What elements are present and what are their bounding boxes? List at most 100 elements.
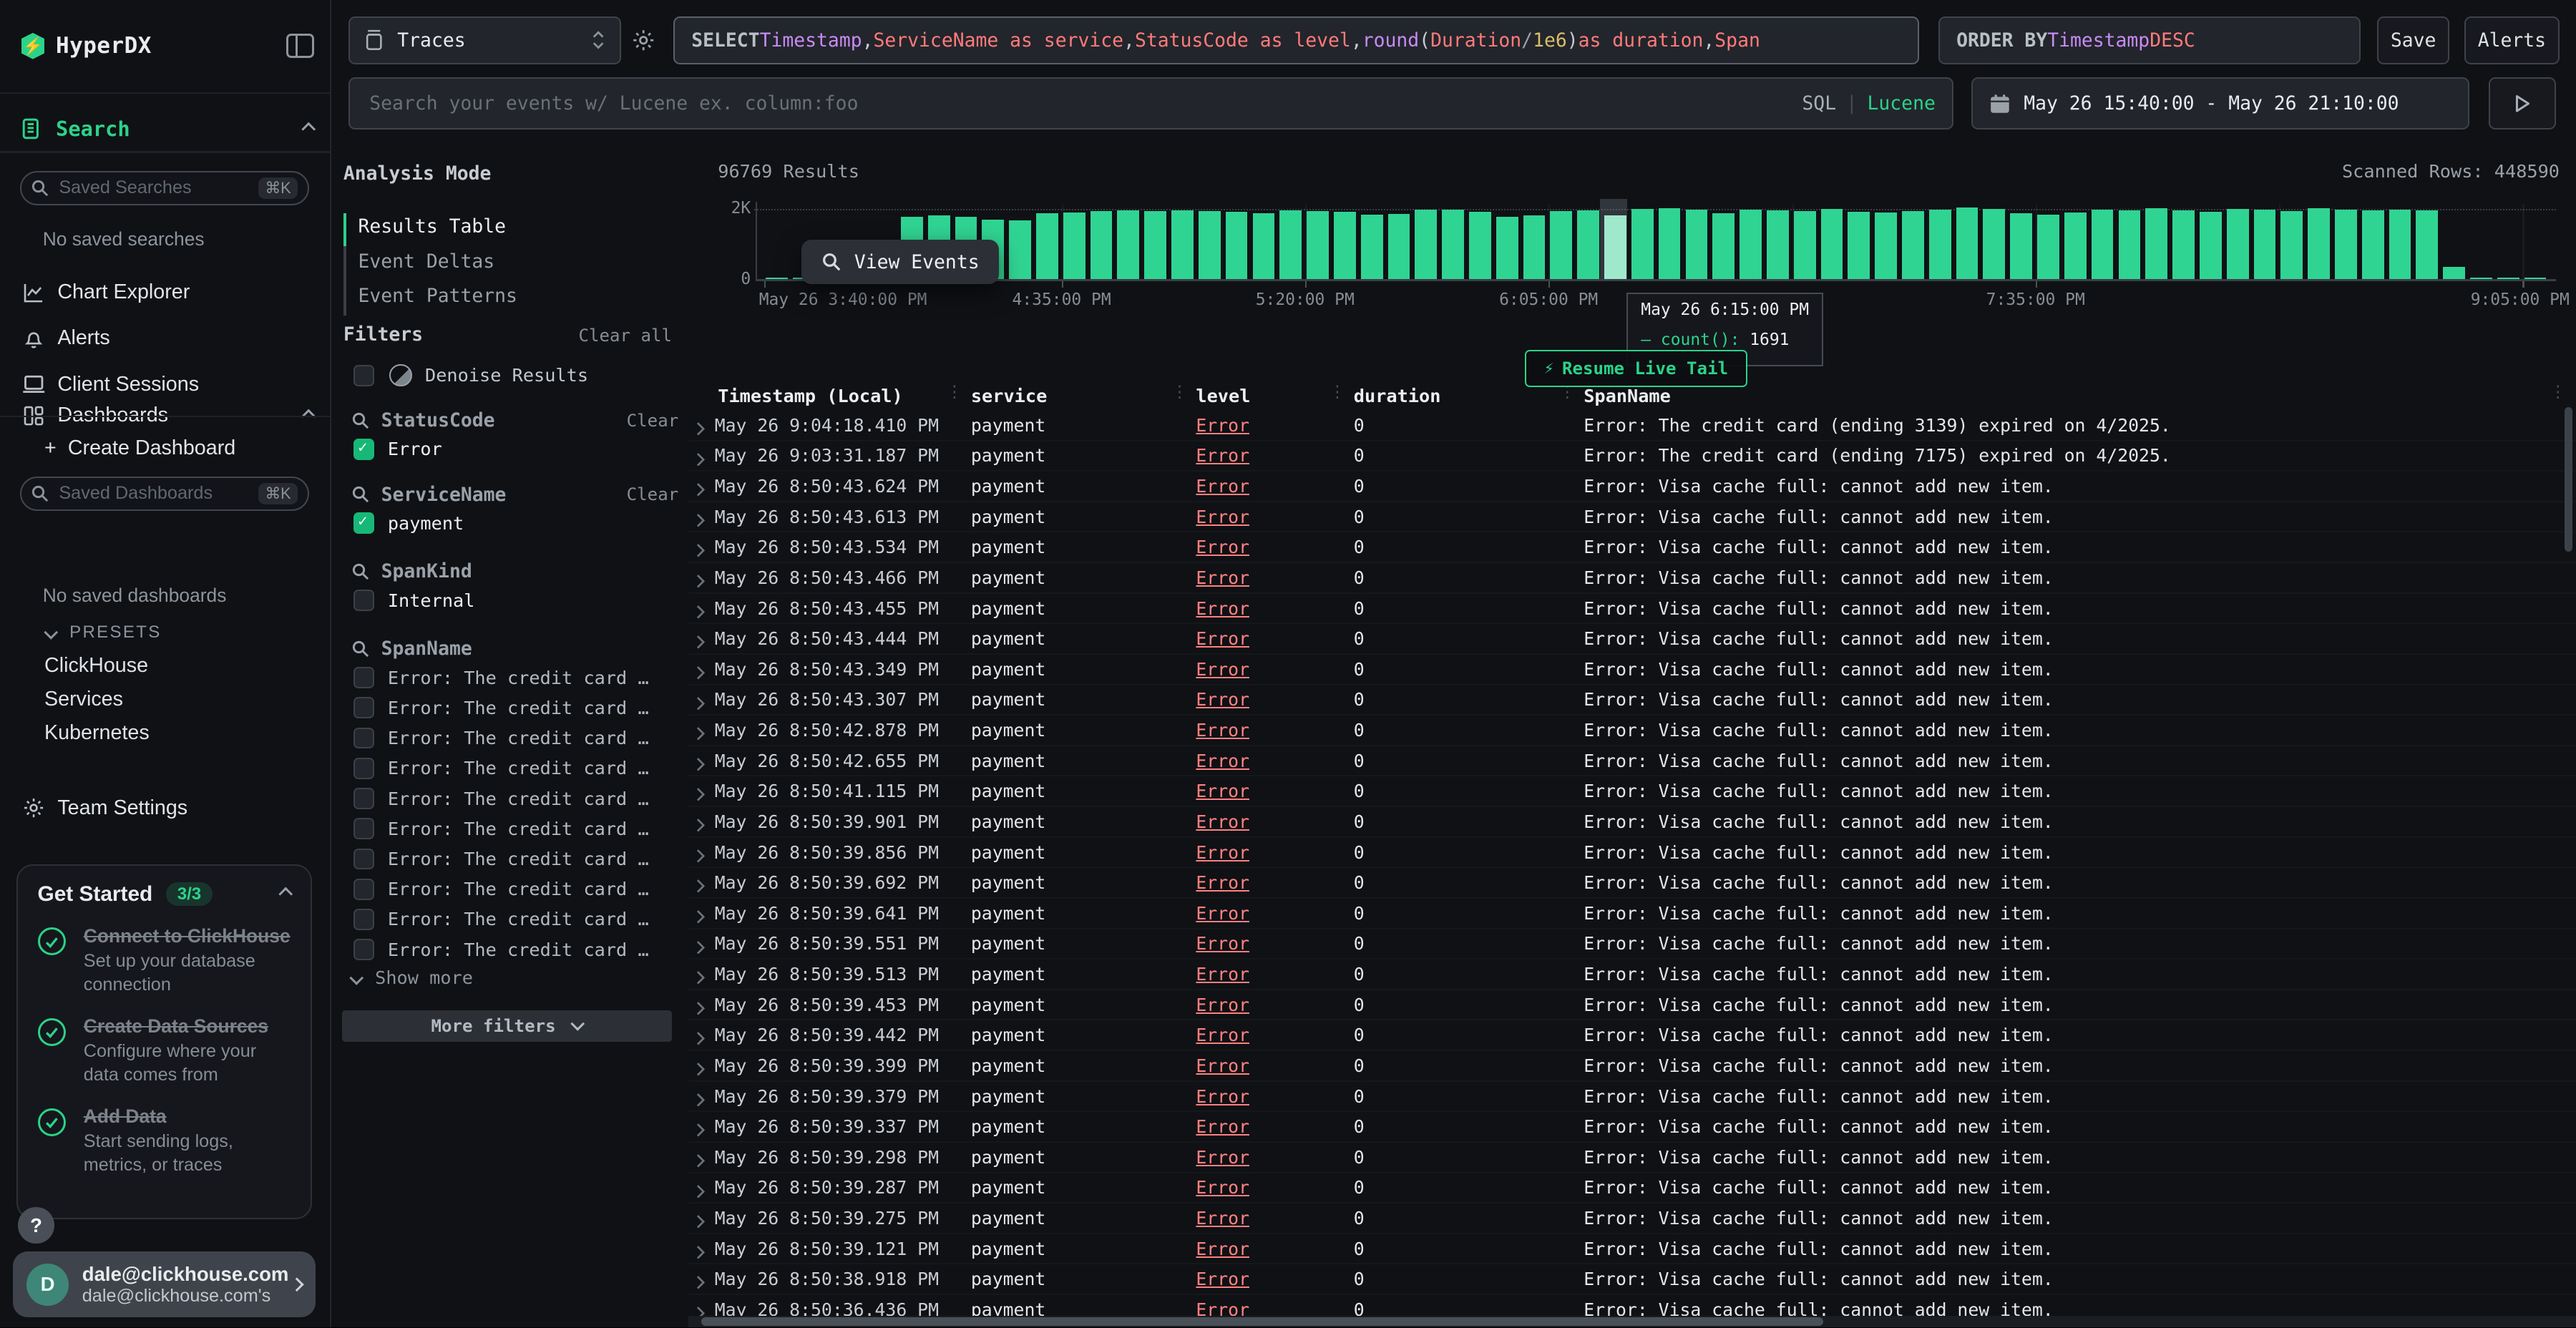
table-row[interactable]: May 26 8:50:39.901 PMpaymentError0Error:… [688,807,2576,838]
column-grip-icon[interactable]: ⋮ [2550,383,2566,401]
lang-toggle-lucene[interactable]: Lucene [1868,92,1936,114]
create-dashboard-button[interactable]: + Create Dashboard [44,432,314,465]
table-row[interactable]: May 26 8:50:39.551 PMpaymentError0Error:… [688,929,2576,960]
checkbox-unchecked[interactable] [353,590,375,611]
preset-kubernetes[interactable]: Kubernetes [44,721,150,745]
checkbox-unchecked[interactable] [353,697,375,718]
row-expand-chevron-icon[interactable] [695,605,706,619]
table-row[interactable]: May 26 8:50:39.692 PMpaymentError0Error:… [688,868,2576,899]
row-expand-chevron-icon[interactable] [695,452,706,467]
denoise-checkbox[interactable] [353,365,375,386]
table-row[interactable]: May 26 8:50:39.379 PMpaymentError0Error:… [688,1082,2576,1113]
sidebar-item-team-settings[interactable]: Team Settings [21,792,314,825]
search-icon[interactable] [351,640,369,658]
filter-option[interactable]: Error: The credit card … [353,785,679,813]
sidebar-item-alerts[interactable]: Alerts [21,322,314,355]
sidebar-item-client-sessions[interactable]: Client Sessions [21,368,314,401]
table-row[interactable]: May 26 8:50:39.453 PMpaymentError0Error:… [688,990,2576,1021]
table-row[interactable]: May 26 8:50:43.455 PMpaymentError0Error:… [688,594,2576,625]
sidebar-item-search[interactable]: Search [21,115,314,143]
table-row[interactable]: May 26 8:50:39.442 PMpaymentError0Error:… [688,1020,2576,1051]
row-expand-chevron-icon[interactable] [695,696,706,711]
get-started-item[interactable]: Create Data SourcesConfigure where your … [38,1015,291,1087]
row-expand-chevron-icon[interactable] [695,849,706,863]
filter-option[interactable]: Internal [353,587,679,615]
row-expand-chevron-icon[interactable] [695,787,706,801]
checkbox-unchecked[interactable] [353,939,375,960]
presets-toggle[interactable]: PRESETS [46,622,161,643]
resume-live-tail-button[interactable]: ⚡ Resume Live Tail [1525,350,1748,387]
analysis-mode-results-table[interactable]: Results Table [358,210,506,243]
search-bar[interactable]: SQL | Lucene [348,77,1953,130]
filter-option[interactable]: Error [353,435,679,463]
column-header-service[interactable]: ⋮service [945,381,1170,411]
preset-services[interactable]: Services [44,688,123,711]
row-expand-chevron-icon[interactable] [695,726,706,741]
search-input[interactable] [366,91,1802,117]
row-expand-chevron-icon[interactable] [695,940,706,954]
row-expand-chevron-icon[interactable] [695,757,706,771]
alerts-button[interactable]: Alerts [2464,16,2560,64]
row-expand-chevron-icon[interactable] [695,970,706,985]
sidebar-item-chart-explorer[interactable]: Chart Explorer [21,276,314,309]
row-expand-chevron-icon[interactable] [695,1062,706,1076]
analysis-mode-event-patterns[interactable]: Event Patterns [358,279,517,312]
filter-option[interactable]: payment [353,509,679,537]
filter-option[interactable]: Error: The credit card … [353,875,679,903]
filter-option[interactable]: Error: The credit card … [353,815,679,843]
table-row[interactable]: May 26 8:50:43.466 PMpaymentError0Error:… [688,563,2576,594]
column-header-level[interactable]: ⋮level [1170,381,1327,411]
clear-filter-link[interactable]: Clear [627,484,679,504]
column-header-duration[interactable]: ⋮duration [1327,381,1557,411]
row-expand-chevron-icon[interactable] [695,879,706,893]
row-expand-chevron-icon[interactable] [695,1245,706,1259]
table-row[interactable]: May 26 8:50:39.298 PMpaymentError0Error:… [688,1143,2576,1173]
help-button[interactable]: ? [18,1207,54,1244]
table-row[interactable]: May 26 8:50:39.275 PMpaymentError0Error:… [688,1204,2576,1234]
checkbox-unchecked[interactable] [353,849,375,870]
filter-option[interactable]: Error: The credit card … [353,664,679,692]
show-more-link[interactable]: Show more [351,967,473,988]
row-expand-chevron-icon[interactable] [695,1184,706,1198]
saved-dashboards-input[interactable]: Saved Dashboards ⌘K [20,477,309,511]
chevron-up-icon[interactable] [278,887,293,901]
row-expand-chevron-icon[interactable] [695,421,706,436]
row-expand-chevron-icon[interactable] [695,818,706,832]
view-events-button[interactable]: View Events [801,240,999,284]
chevron-up-icon[interactable] [301,122,316,136]
horizontal-scrollbar[interactable] [701,1317,1823,1325]
table-row[interactable]: May 26 8:50:43.349 PMpaymentError0Error:… [688,655,2576,685]
table-row[interactable]: May 26 8:50:39.287 PMpaymentError0Error:… [688,1173,2576,1204]
checkbox-unchecked[interactable] [353,788,375,809]
preset-clickhouse[interactable]: ClickHouse [44,654,148,678]
table-row[interactable]: May 26 9:04:18.410 PMpaymentError0Error:… [688,411,2576,441]
row-expand-chevron-icon[interactable] [695,665,706,680]
column-grip-icon[interactable]: ⋮ [1171,383,1188,401]
table-row[interactable]: May 26 8:50:38.918 PMpaymentError0Error:… [688,1264,2576,1295]
denoise-filter[interactable]: Denoise Results [353,361,679,389]
row-expand-chevron-icon[interactable] [695,1214,706,1229]
get-started-item[interactable]: Add DataStart sending logs, metrics, or … [38,1105,291,1177]
row-expand-chevron-icon[interactable] [695,1093,706,1107]
order-by-input[interactable]: ORDER BY Timestamp DESC [1938,16,2361,64]
row-expand-chevron-icon[interactable] [695,1153,706,1168]
clear-all-link[interactable]: Clear all [578,326,672,346]
table-row[interactable]: May 26 8:50:43.613 PMpaymentError0Error:… [688,502,2576,533]
filter-option[interactable]: Error: The credit card … [353,905,679,933]
row-expand-chevron-icon[interactable] [695,909,706,924]
table-row[interactable]: May 26 8:50:43.624 PMpaymentError0Error:… [688,472,2576,502]
search-icon[interactable] [351,411,369,429]
sidebar-collapse-icon[interactable] [286,34,313,58]
run-query-button[interactable] [2489,77,2556,130]
row-expand-chevron-icon[interactable] [695,1123,706,1137]
checkbox-unchecked[interactable] [353,758,375,779]
table-row[interactable]: May 26 8:50:42.878 PMpaymentError0Error:… [688,716,2576,746]
table-row[interactable]: May 26 8:50:39.399 PMpaymentError0Error:… [688,1051,2576,1082]
search-icon[interactable] [351,485,369,503]
more-filters-button[interactable]: More filters [342,1010,672,1042]
column-grip-icon[interactable]: ⋮ [946,383,962,401]
table-row[interactable]: May 26 8:50:43.444 PMpaymentError0Error:… [688,624,2576,655]
vertical-scrollbar[interactable] [2565,407,2572,552]
analysis-mode-event-deltas[interactable]: Event Deltas [358,245,494,278]
sql-select-input[interactable]: SELECT Timestamp, ServiceName as service… [673,16,1918,64]
